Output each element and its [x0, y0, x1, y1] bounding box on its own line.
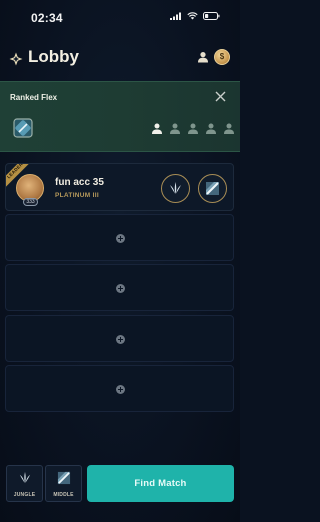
player-card-leader[interactable]: LEADER 333 fun acc 35 PLATINUM III [5, 163, 234, 211]
secondary-role-button[interactable]: MIDDLE [45, 465, 82, 502]
rank-badge: 333 [13, 174, 49, 206]
primary-role-label: JUNGLE [13, 492, 36, 498]
player-primary-role[interactable] [161, 174, 190, 203]
party-slot-empty-icon [206, 123, 216, 134]
party-slot-filled-icon [152, 123, 162, 134]
friends-icon[interactable] [197, 51, 209, 63]
add-icon[interactable] [116, 284, 125, 293]
battery-icon [203, 12, 220, 20]
primary-role-button[interactable]: JUNGLE [6, 465, 43, 502]
brand-icon [9, 52, 23, 66]
signal-icon [170, 12, 181, 20]
jungle-icon [19, 471, 31, 484]
status-time: 02:34 [31, 11, 63, 25]
jungle-icon [170, 182, 181, 194]
queue-banner: Ranked Flex [0, 81, 240, 152]
add-icon[interactable] [116, 335, 125, 344]
party-slot-empty-icon [170, 123, 180, 134]
currency-icon[interactable]: $ [214, 49, 230, 65]
party-slots [151, 123, 235, 134]
lobby-screen: 02:34 Lobby $ Ranked Flex LEADER 333 fun… [0, 0, 240, 522]
close-icon[interactable] [215, 91, 226, 102]
party-slot-empty-icon [188, 123, 198, 134]
party-slot-empty-icon [224, 123, 234, 134]
find-match-button[interactable]: Find Match [87, 465, 234, 502]
status-icons [170, 12, 220, 20]
player-secondary-role[interactable] [198, 174, 227, 203]
add-icon[interactable] [116, 234, 125, 243]
lobby-header: Lobby $ [0, 42, 240, 74]
wifi-icon [187, 12, 198, 20]
status-bar: 02:34 [0, 0, 240, 36]
queue-name: Ranked Flex [10, 93, 58, 102]
empty-slot[interactable] [5, 315, 234, 362]
middle-icon [206, 182, 219, 195]
player-level: 333 [23, 198, 38, 206]
empty-slot[interactable] [5, 214, 234, 261]
empty-slot[interactable] [5, 264, 234, 311]
ranked-queue-icon [13, 118, 33, 138]
empty-slot[interactable] [5, 365, 234, 412]
secondary-role-label: MIDDLE [53, 492, 74, 498]
player-name: fun acc 35 [55, 177, 104, 188]
middle-icon [57, 471, 71, 485]
page-title: Lobby [28, 47, 79, 66]
player-rank: PLATINUM III [55, 192, 99, 199]
add-icon[interactable] [116, 385, 125, 394]
